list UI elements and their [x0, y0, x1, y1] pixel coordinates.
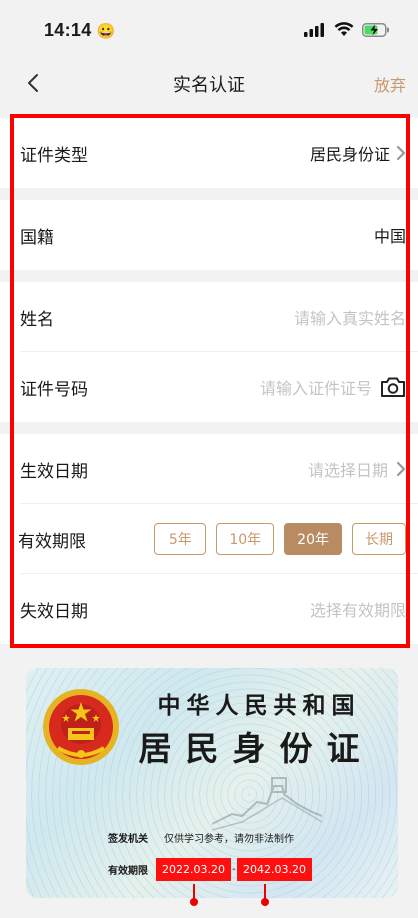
chevron-right-icon — [396, 461, 406, 477]
cert-number-label: 证件号码 — [20, 379, 88, 400]
id-card-preview: 中华人民共和国 居民身份证 签发机关 仅供学习参考，请勿非法制作 有效期限 20… — [26, 668, 398, 898]
card-valid-to: 2042.03.20 — [236, 858, 312, 881]
identity-group: 姓名 请输入真实姓名 证件号码 请输入证件证号 — [0, 282, 418, 422]
section-gap — [0, 106, 418, 118]
annotation-arrow-end — [261, 884, 269, 906]
validity-options: 5年 10年 20年 长期 — [154, 523, 406, 555]
card-validity-label: 有效期限 — [108, 866, 148, 877]
chevron-right-icon — [396, 145, 406, 161]
name-row: 姓名 请输入真实姓名 — [0, 282, 418, 352]
cert-type-row[interactable]: 证件类型 居民身份证 — [0, 118, 418, 188]
annotation-arrow-start — [190, 884, 198, 906]
card-validity-row: 有效期限 2022.03.20 - 2042.03.20 — [108, 858, 312, 881]
name-input[interactable]: 请输入真实姓名 — [294, 305, 406, 329]
card-issuer-row: 签发机关 仅供学习参考，请勿非法制作 — [108, 830, 294, 845]
validity-option-long-term[interactable]: 长期 — [352, 523, 406, 555]
cellular-signal-icon — [304, 22, 324, 37]
cert-type-label: 证件类型 — [20, 145, 88, 166]
expiry-date-label: 失效日期 — [20, 601, 88, 622]
nav-bar: 实名认证 放弃 — [0, 62, 418, 106]
nationality-label: 国籍 — [20, 227, 54, 248]
cert-number-row: 证件号码 请输入证件证号 — [0, 352, 418, 422]
camera-icon[interactable] — [380, 376, 406, 398]
validity-label: 有效期限 — [18, 531, 86, 552]
page-title: 实名认证 — [173, 75, 245, 96]
validity-option-10y[interactable]: 10年 — [216, 523, 275, 555]
validity-option-20y[interactable]: 20年 — [284, 523, 342, 555]
name-label: 姓名 — [20, 309, 54, 330]
card-issuer-label: 签发机关 — [108, 834, 148, 845]
abandon-button[interactable]: 放弃 — [374, 72, 406, 96]
card-title-country: 中华人民共和国 — [157, 692, 361, 719]
national-emblem-icon — [43, 689, 119, 765]
effective-date-placeholder: 请选择日期 — [307, 461, 388, 480]
cert-number-input[interactable]: 请输入证件证号 — [260, 375, 372, 399]
status-time: 14:14 😀 — [44, 20, 116, 41]
card-title-document: 居民身份证 — [138, 729, 374, 768]
nationality-row[interactable]: 国籍 中国 — [0, 200, 418, 270]
verification-form: 证件类型 居民身份证 国籍 中国 姓名 请输入真实姓名 证件号码 请输入证件证号 — [0, 106, 418, 644]
expiry-date-row[interactable]: 失效日期 选择有效期限 — [0, 574, 418, 644]
validity-option-5y[interactable]: 5年 — [154, 523, 207, 555]
wifi-icon — [334, 22, 354, 36]
nationality-group: 国籍 中国 — [0, 200, 418, 270]
expiry-date-placeholder: 选择有效期限 — [309, 601, 406, 620]
battery-charging-icon — [362, 22, 389, 37]
cert-type-value: 居民身份证 — [310, 141, 406, 165]
status-emoji: 😀 — [96, 23, 116, 40]
effective-date-picker: 请选择日期 — [308, 457, 406, 481]
effective-date-label: 生效日期 — [20, 461, 88, 482]
cert-number-field: 请输入证件证号 — [260, 375, 406, 399]
section-gap — [0, 270, 418, 282]
cert-type-value-text: 居民身份证 — [309, 145, 390, 164]
section-gap — [0, 422, 418, 434]
status-time-text: 14:14 — [44, 20, 92, 40]
cert-type-group: 证件类型 居民身份证 — [0, 118, 418, 188]
card-valid-from: 2022.03.20 — [156, 858, 231, 881]
status-bar: 14:14 😀 — [0, 0, 418, 62]
section-gap — [0, 188, 418, 200]
validity-group: 生效日期 请选择日期 有效期限 5年 10年 20年 长期 失效日期 选择有效期… — [0, 434, 418, 644]
validity-row: 有效期限 5年 10年 20年 长期 — [0, 504, 418, 574]
nationality-value: 中国 — [373, 227, 406, 246]
great-wall-watermark-icon — [212, 777, 322, 831]
effective-date-row[interactable]: 生效日期 请选择日期 — [0, 434, 418, 504]
card-issuer-value: 仅供学习参考，请勿非法制作 — [164, 834, 294, 845]
status-icons — [304, 22, 390, 37]
